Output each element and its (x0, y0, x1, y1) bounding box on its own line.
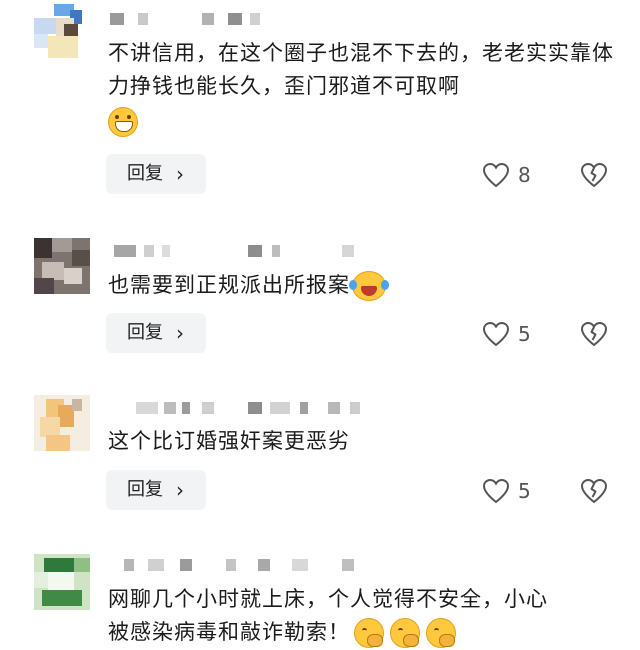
like-count: 5 (518, 479, 531, 503)
avatar[interactable] (34, 4, 90, 60)
face-hand-over-mouth-emoji-icon (426, 618, 456, 648)
comment-text: 不讲信用，在这个圈子也混不下去的，老老实实靠体力挣钱也能长久，歪门邪道不可取啊 (108, 37, 618, 137)
comment-text-line1: 网聊几个小时就上床，个人觉得不安全，小心 (108, 587, 548, 611)
reply-button[interactable]: 回复 › (106, 154, 206, 194)
broken-heart-icon[interactable] (580, 162, 608, 188)
comment-item: 网聊几个小时就上床，个人觉得不安全，小心 被感染病毒和敲诈勒索！ (0, 546, 640, 650)
avatar[interactable] (34, 238, 90, 294)
face-hand-over-mouth-emoji-icon (390, 618, 420, 648)
comment-text-line2: 被感染病毒和敲诈勒索！ (108, 620, 350, 644)
heart-outline-icon[interactable] (482, 478, 510, 504)
comment-text-content: 这个比订婚强奸案更恶劣 (108, 429, 350, 453)
like-count: 8 (518, 163, 531, 187)
username-redacted (110, 13, 370, 25)
reply-button[interactable]: 回复 › (106, 313, 206, 353)
reply-label: 回复 (127, 479, 163, 500)
reply-button[interactable]: 回复 › (106, 470, 206, 510)
comment-text-content: 不讲信用，在这个圈子也混不下去的，老老实实靠体力挣钱也能长久，歪门邪道不可取啊 (108, 41, 614, 98)
comment-item: 也需要到正规派出所报案 回复 › 5 (0, 232, 640, 392)
comment-item: 这个比订婚强奸案更恶劣 回复 › 5 (0, 389, 640, 549)
like-count: 5 (518, 322, 531, 346)
face-hand-over-mouth-emoji-icon (354, 618, 384, 648)
reply-label: 回复 (127, 322, 163, 343)
comment-text-content: 也需要到正规派出所报案 (108, 273, 350, 297)
rolling-laughing-emoji-icon (349, 271, 386, 301)
chevron-right-icon: › (176, 478, 184, 502)
heart-outline-icon[interactable] (482, 162, 510, 188)
comment-item: 不讲信用，在这个圈子也混不下去的，老老实实靠体力挣钱也能长久，歪门邪道不可取啊 … (0, 0, 640, 205)
broken-heart-icon[interactable] (580, 321, 608, 347)
comment-text: 这个比订婚强奸案更恶劣 (108, 425, 618, 458)
grinning-face-emoji-icon (108, 107, 138, 137)
avatar[interactable] (34, 395, 90, 451)
avatar[interactable] (34, 554, 90, 610)
reply-label: 回复 (127, 163, 163, 184)
chevron-right-icon: › (176, 162, 184, 186)
username-redacted (110, 402, 370, 414)
comment-text: 网聊几个小时就上床，个人觉得不安全，小心 被感染病毒和敲诈勒索！ (108, 583, 618, 649)
chevron-right-icon: › (176, 321, 184, 345)
username-redacted (110, 559, 370, 571)
username-redacted (110, 245, 370, 257)
heart-outline-icon[interactable] (482, 321, 510, 347)
broken-heart-icon[interactable] (580, 478, 608, 504)
comment-text: 也需要到正规派出所报案 (108, 269, 618, 302)
